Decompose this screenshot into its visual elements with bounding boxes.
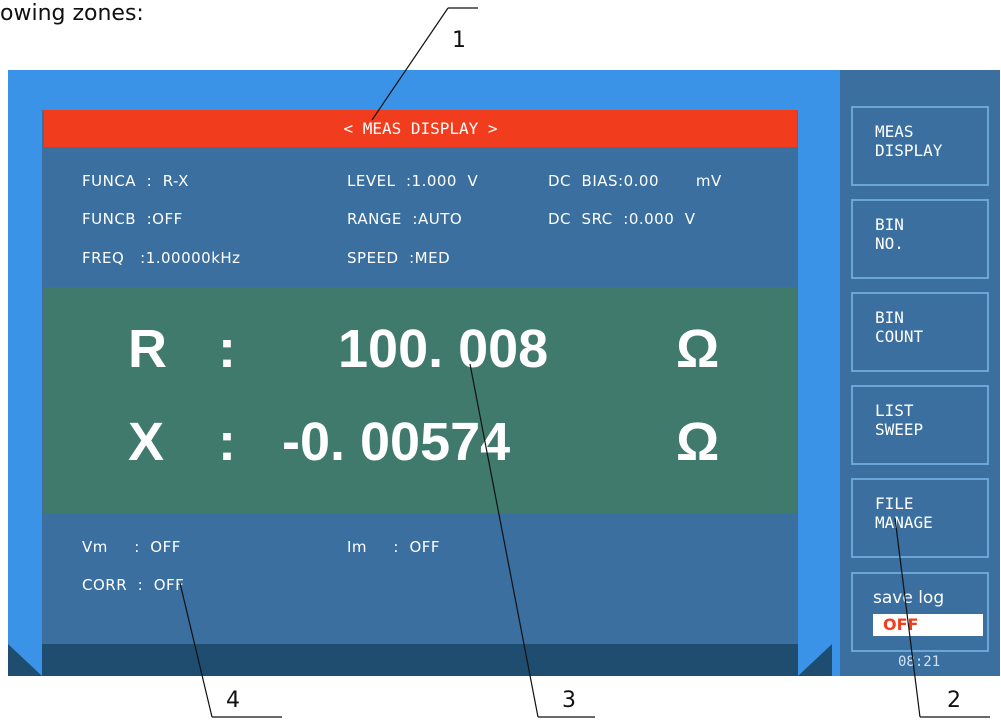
callout-4-label: 4	[226, 688, 240, 713]
callout-1-leader	[371, 7, 449, 121]
callout-4-leader	[179, 582, 213, 718]
callout-lines	[179, 7, 990, 718]
callout-2-label: 2	[947, 688, 961, 713]
callout-1-label: 1	[452, 28, 466, 53]
callout-2-leader	[894, 517, 921, 718]
callout-3-leader	[469, 363, 539, 718]
callout-3-label: 3	[562, 688, 576, 713]
